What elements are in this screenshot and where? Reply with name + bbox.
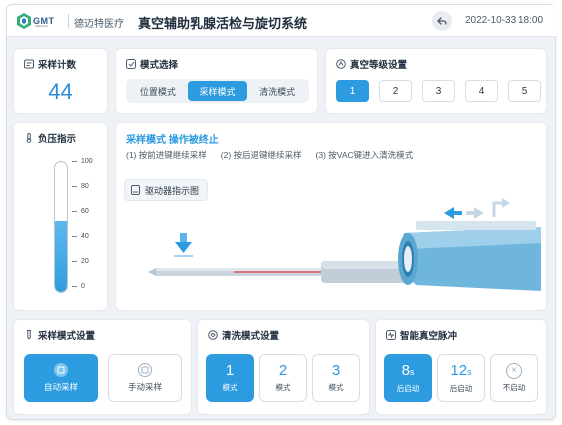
pressure-scale: 100 80 60 40 20 0 (72, 158, 102, 290)
time-display: 18:00 (518, 15, 544, 26)
organization-name: 德迈特医疗 (74, 19, 124, 30)
sample-count-title: 采样计数 (38, 60, 77, 71)
wash-setting-title: 清洗模式设置 (222, 331, 280, 342)
vacuum-level-4[interactable]: 4 (465, 80, 498, 102)
wash-mode-1-button[interactable]: 1 模式 (206, 354, 254, 402)
manual-icon (138, 363, 152, 377)
wash-mode-number: 1 (225, 362, 235, 379)
wash-mode-label: 模式 (328, 383, 344, 392)
wash-setting-card: 清洗模式设置 1 模式 2 模式 3 模式 (197, 319, 370, 415)
logo-hexagon-icon (17, 13, 31, 29)
date-display: 2022-10-33 (465, 15, 517, 26)
vacuum-level-options: 1 2 3 4 5 (336, 80, 541, 102)
vacuum-level-title: 真空等级设置 (350, 60, 408, 71)
tick-label: 100 (81, 158, 93, 165)
pulse-unit: s (409, 366, 415, 377)
wash-mode-label: 模式 (222, 383, 238, 392)
vacuum-level-2[interactable]: 2 (379, 80, 412, 102)
pulse-unit: s (467, 366, 472, 377)
pulse-label: 后启动 (396, 383, 420, 393)
back-arrow-icon (437, 16, 447, 25)
manual-sample-label: 手动采样 (127, 382, 162, 392)
header-divider (68, 14, 69, 28)
auto-sample-label: 自动采样 (43, 382, 78, 392)
app-window: GMT MEDICAL 德迈特医疗 真空辅助乳腺活检与旋切系统 2022-10-… (6, 4, 557, 420)
pressure-title: 负压指示 (38, 134, 77, 145)
vacuum-level-5[interactable]: 5 (508, 80, 541, 102)
vacuum-level-3[interactable]: 3 (422, 80, 455, 102)
wash-icon (208, 330, 218, 340)
needle-illustration (148, 261, 416, 283)
vacuum-pulse-title: 智能真空脉冲 (400, 331, 458, 342)
vacuum-level-card: 真空等级设置 1 2 3 4 5 (325, 48, 547, 114)
pulse-icon (386, 330, 396, 340)
vacuum-gauge-icon (336, 59, 346, 69)
pulse-number: 8 (401, 361, 410, 379)
brand-logo: GMT MEDICAL (17, 12, 65, 30)
thermometer-icon (26, 133, 32, 143)
down-arrow-icon (174, 233, 193, 257)
driver-diagram (148, 198, 541, 291)
back-button[interactable] (432, 11, 452, 31)
header-bar: GMT MEDICAL 德迈特医疗 真空辅助乳腺活检与旋切系统 2022-10-… (7, 5, 557, 37)
wash-mode-number: 2 (278, 362, 288, 379)
vacuum-level-1[interactable]: 1 (336, 80, 369, 102)
mode-select-card: 模式选择 位置模式 采样模式 清洗模式 (115, 48, 318, 114)
pulse-off-button[interactable]: × 不启动 (490, 354, 538, 402)
mode-option-sampling[interactable]: 采样模式 (187, 81, 248, 101)
wash-mode-label: 模式 (275, 383, 291, 392)
close-icon: × (506, 363, 522, 379)
pulse-number: 12 (450, 361, 468, 379)
mode-icon (126, 59, 136, 69)
pulse-12s-button[interactable]: 12s 后启动 (437, 354, 485, 402)
sample-count-value: 44 (48, 79, 73, 104)
sample-setting-title: 采样模式设置 (38, 331, 96, 342)
mode-segmented-control: 位置模式 采样模式 清洗模式 (126, 79, 309, 103)
mode-select-title: 模式选择 (140, 60, 179, 71)
sample-count-card: 采样计数 44 (13, 48, 108, 114)
vacuum-pulse-card: 智能真空脉冲 8s 后启动 12s 后启动 × 不启动 (375, 319, 547, 415)
pressure-gauge (54, 161, 68, 293)
wash-mode-3-button[interactable]: 3 模式 (312, 354, 360, 402)
auto-sample-button[interactable]: 自动采样 (24, 354, 98, 402)
mode-option-position[interactable]: 位置模式 (128, 81, 188, 101)
tick-label: 60 (81, 208, 89, 215)
sample-setting-card: 采样模式设置 自动采样 手动采样 (13, 319, 192, 415)
wash-mode-2-button[interactable]: 2 模式 (259, 354, 307, 402)
pulse-8s-button[interactable]: 8s 后启动 (384, 354, 432, 402)
handpiece-illustration (398, 221, 541, 291)
pulse-label: 不启动 (502, 383, 526, 392)
pulse-label: 后启动 (449, 383, 473, 393)
auto-icon (54, 363, 68, 377)
tick-label: 20 (81, 258, 89, 265)
pressure-card: 负压指示 100 80 60 40 20 0 (13, 122, 108, 311)
status-card: 采样模式 操作被终止 (1) 按前进键继续采样 (2) 按后退键继续采样 (3)… (115, 122, 547, 311)
mode-option-wash[interactable]: 清洗模式 (247, 81, 307, 101)
wash-mode-number: 3 (331, 362, 341, 379)
test-tube-icon (27, 330, 31, 340)
page-title: 真空辅助乳腺活检与旋切系统 (138, 16, 308, 31)
pressure-gauge-fill (55, 220, 67, 292)
tick-label: 80 (81, 183, 89, 190)
manual-sample-button[interactable]: 手动采样 (108, 354, 182, 402)
tick-label: 40 (81, 233, 89, 240)
logo-subtext: MEDICAL (35, 24, 49, 28)
direction-arrows-icon (444, 198, 510, 219)
tick-label: 0 (81, 283, 85, 290)
counter-icon (24, 59, 34, 69)
